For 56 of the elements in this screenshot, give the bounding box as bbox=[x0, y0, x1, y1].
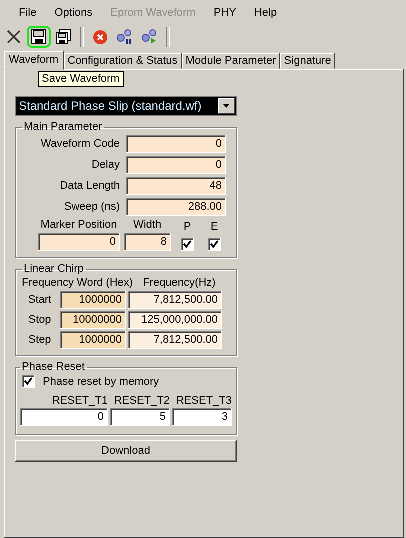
menu-item[interactable]: Help bbox=[245, 6, 286, 18]
field-label: Waveform Code bbox=[40, 138, 120, 150]
field-label: Delay bbox=[90, 159, 120, 171]
input-field[interactable]: 1000000 bbox=[60, 291, 126, 309]
input-field[interactable]: 288.00 bbox=[126, 198, 226, 216]
toolbar-button[interactable] bbox=[27, 26, 51, 48]
close-icon bbox=[7, 30, 21, 44]
download-button[interactable]: Download bbox=[15, 440, 237, 462]
checkbox-label: Phase reset by memory bbox=[43, 376, 160, 388]
row-label: Stop bbox=[28, 314, 52, 326]
waveform-dropdown[interactable]: Standard Phase Slip (standard.wf) bbox=[15, 96, 237, 116]
column-header: Frequency Word (Hex) bbox=[22, 277, 134, 289]
input-field[interactable]: 3 bbox=[172, 408, 232, 426]
group-title: Phase Reset bbox=[21, 361, 86, 373]
stop-icon bbox=[92, 30, 108, 44]
group-title: Main Parameter bbox=[23, 121, 104, 133]
input-field[interactable]: 0 bbox=[126, 135, 226, 153]
checkbox-label: P bbox=[184, 221, 192, 233]
checkbox-label: E bbox=[210, 221, 218, 233]
field-label: Marker Position bbox=[40, 219, 118, 231]
tab[interactable]: Waveform bbox=[4, 51, 64, 70]
tab[interactable]: Module Parameter bbox=[182, 53, 280, 69]
field-label: Sweep (ns) bbox=[63, 201, 120, 213]
input-field[interactable]: 7,812,500.00 bbox=[128, 291, 222, 309]
input-field[interactable]: 0 bbox=[126, 156, 226, 174]
input-field[interactable]: 0 bbox=[38, 233, 120, 251]
input-field[interactable]: 1000000 bbox=[60, 331, 126, 349]
field-label: Data Length bbox=[59, 180, 120, 192]
column-header: RESET_T2 bbox=[113, 395, 170, 407]
tab[interactable]: Signature bbox=[280, 53, 336, 69]
menu-item[interactable]: File bbox=[10, 6, 46, 18]
row-label: Step bbox=[28, 334, 52, 346]
checkbox[interactable] bbox=[208, 238, 221, 251]
gears-pause-icon bbox=[116, 29, 134, 45]
group-title: Linear Chirp bbox=[23, 263, 85, 275]
input-field[interactable]: 5 bbox=[110, 408, 170, 426]
tooltip: Save Waveform bbox=[38, 71, 124, 87]
gears-play-icon bbox=[141, 29, 159, 45]
checkbox[interactable] bbox=[22, 375, 35, 388]
input-field[interactable]: 10000000 bbox=[60, 311, 126, 329]
row-label: Start bbox=[27, 294, 53, 306]
input-field[interactable]: 0 bbox=[20, 408, 108, 426]
floppy-disks-icon bbox=[56, 29, 72, 45]
input-field[interactable]: 7,812,500.00 bbox=[128, 331, 222, 349]
column-header: RESET_T3 bbox=[175, 395, 232, 407]
caret-icon bbox=[223, 104, 230, 108]
input-field[interactable]: 8 bbox=[124, 233, 171, 251]
column-header: Frequency(Hz) bbox=[143, 277, 216, 289]
menu-item[interactable]: Options bbox=[46, 6, 102, 18]
field-label: Width bbox=[133, 219, 162, 231]
input-field[interactable]: 125,000,000.00 bbox=[128, 311, 222, 329]
menu-item[interactable]: PHY bbox=[204, 6, 246, 18]
checkbox[interactable] bbox=[181, 238, 194, 251]
column-header: RESET_T1 bbox=[51, 395, 108, 407]
input-field[interactable]: 48 bbox=[126, 177, 226, 195]
tab[interactable]: Configuration & Status bbox=[64, 53, 182, 69]
